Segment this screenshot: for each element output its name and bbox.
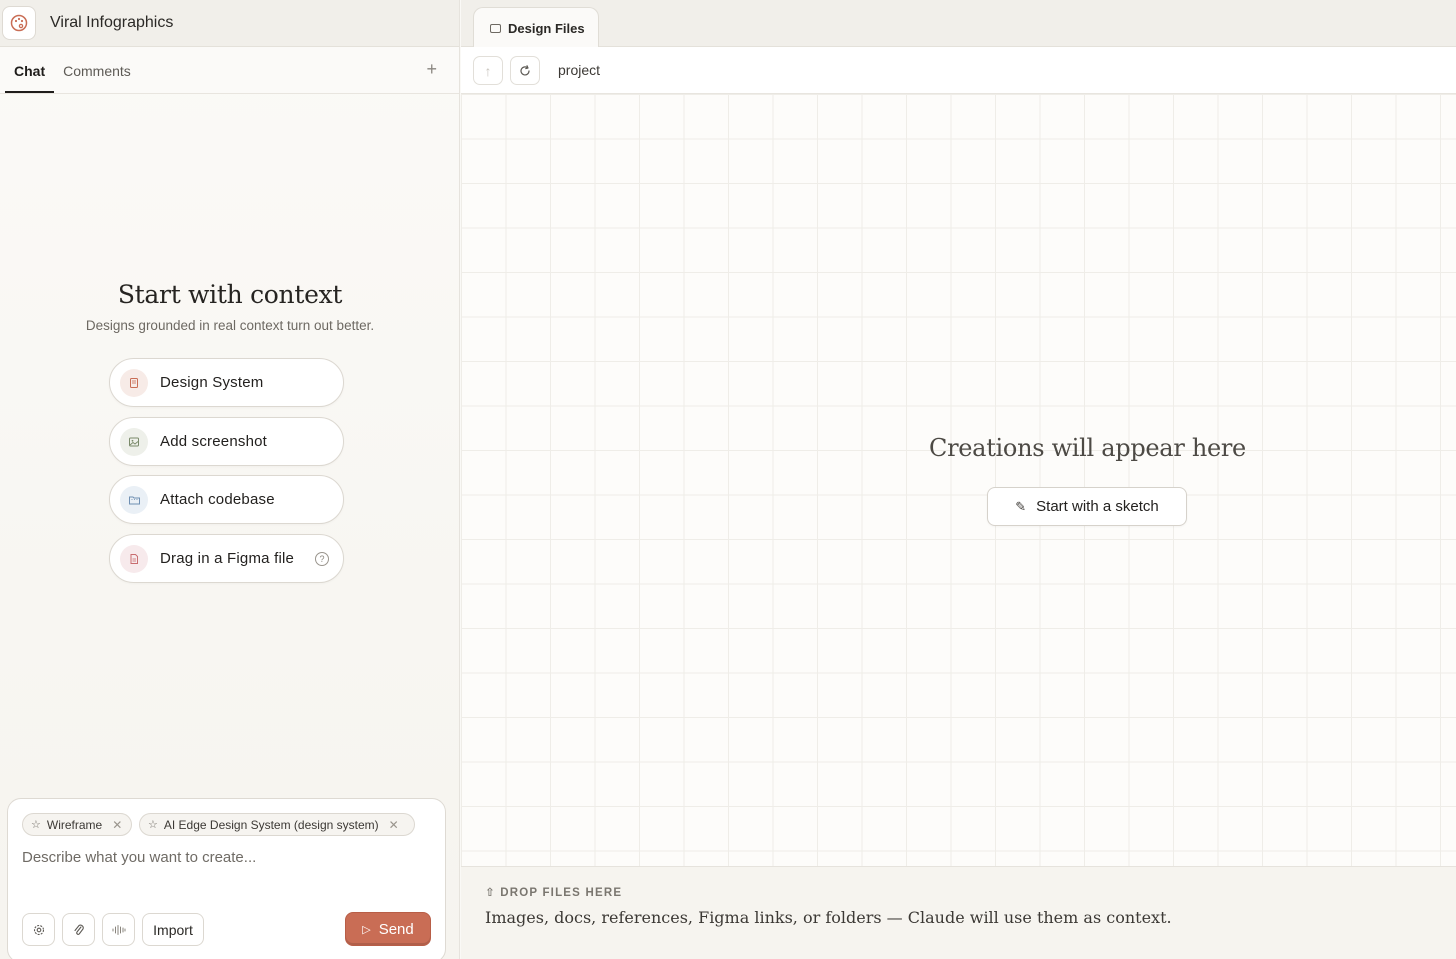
help-icon[interactable]: ?	[315, 551, 329, 566]
settings-button[interactable]	[22, 913, 55, 946]
design-system-button[interactable]: Design System	[109, 358, 344, 407]
folder-code-icon	[120, 485, 148, 514]
pencil-icon: ✎	[1015, 498, 1027, 514]
book-icon	[120, 368, 148, 397]
gear-icon	[33, 924, 44, 935]
attach-button[interactable]	[62, 913, 95, 946]
breadcrumb[interactable]: project	[558, 62, 600, 78]
refresh-icon	[520, 64, 530, 75]
drop-description: Images, docs, references, Figma links, o…	[485, 908, 1172, 927]
remove-chip-icon[interactable]: ✕	[112, 818, 122, 832]
chat-panel: Viral Infographics Chat Comments + Start…	[0, 0, 460, 959]
folder-icon	[490, 23, 501, 33]
drop-label-text: DROP FILES HERE	[500, 887, 623, 899]
empty-state-title: Creations will appear here	[929, 434, 1246, 462]
upload-icon: ⇧	[485, 887, 496, 899]
chip-label: AI Edge Design System (design system)	[163, 817, 379, 832]
refresh-button[interactable]	[510, 56, 540, 85]
attach-codebase-button[interactable]: Attach codebase	[109, 475, 344, 524]
chip-design-system[interactable]: ☆ AI Edge Design System (design system) …	[139, 813, 415, 836]
voice-button[interactable]	[102, 913, 135, 946]
attach-codebase-label: Attach codebase	[160, 491, 275, 508]
context-subtitle: Designs grounded in real context turn ou…	[85, 318, 375, 333]
design-system-label: Design System	[160, 374, 264, 391]
drop-label: ⇧ DROP FILES HERE	[485, 885, 622, 899]
design-canvas[interactable]: Creations will appear here ✎ Start with …	[461, 94, 1456, 866]
context-title: Start with context	[117, 280, 343, 309]
tab-design-files[interactable]: Design Files	[473, 7, 599, 48]
files-tab-bar: Design Files	[461, 0, 1456, 48]
chip-label: Wireframe	[46, 817, 103, 832]
send-icon: ▷	[362, 923, 371, 936]
figma-file-button[interactable]: Drag in a Figma file ?	[109, 534, 344, 583]
palette-icon[interactable]	[2, 6, 36, 40]
waveform-icon	[112, 924, 125, 935]
send-label: Send	[378, 920, 414, 938]
add-tab-icon[interactable]: +	[426, 59, 437, 80]
message-composer: ☆ Wireframe ✕ ☆ AI Edge Design System (d…	[7, 798, 446, 959]
figma-file-label: Drag in a Figma file	[160, 550, 295, 567]
tab-comments[interactable]: Comments	[54, 63, 140, 93]
tab-chat[interactable]: Chat	[5, 63, 55, 93]
files-panel: Design Files ↑ project Creations will ap…	[461, 0, 1456, 959]
project-title: Viral Infographics	[50, 14, 174, 31]
context-prompt: Start with context Designs grounded in r…	[0, 280, 460, 333]
drop-zone[interactable]: ⇧ DROP FILES HERE Images, docs, referenc…	[461, 866, 1456, 959]
send-button[interactable]: ▷ Send	[345, 912, 431, 946]
files-toolbar: ↑ project	[461, 47, 1456, 94]
star-icon: ☆	[31, 819, 41, 831]
add-screenshot-label: Add screenshot	[160, 433, 268, 450]
up-arrow-icon[interactable]: ↑	[473, 56, 503, 85]
chip-wireframe[interactable]: ☆ Wireframe ✕	[22, 813, 132, 836]
prompt-input[interactable]: Describe what you want to create...	[22, 849, 256, 866]
file-icon	[120, 544, 148, 573]
tab-label: Design Files	[508, 20, 585, 36]
remove-chip-icon[interactable]: ✕	[389, 818, 399, 832]
image-icon	[120, 427, 148, 456]
project-header: Viral Infographics	[0, 0, 459, 47]
chat-tabs: Chat Comments +	[0, 47, 459, 94]
sketch-label: Start with a sketch	[1036, 498, 1159, 515]
paperclip-icon	[73, 924, 84, 935]
import-button[interactable]: Import	[142, 913, 204, 946]
star-icon: ☆	[148, 819, 158, 831]
add-screenshot-button[interactable]: Add screenshot	[109, 417, 344, 466]
start-sketch-button[interactable]: ✎ Start with a sketch	[987, 487, 1187, 526]
